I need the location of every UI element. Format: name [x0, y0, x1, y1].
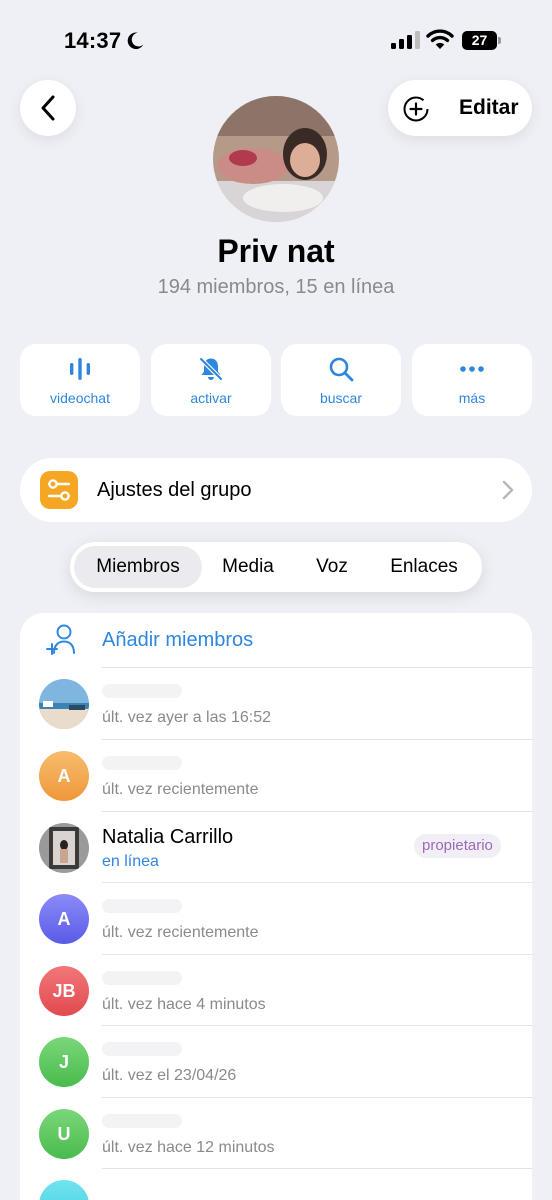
tab-voice[interactable]: Voz [296, 546, 368, 588]
battery-level: 27 [462, 31, 497, 50]
member-avatar: J [39, 1037, 89, 1087]
member-avatar: A [39, 894, 89, 944]
owner-badge: propietario [414, 834, 501, 858]
unmute-button[interactable]: activar [151, 344, 271, 416]
member-status: últ. vez recientemente [102, 781, 259, 798]
member-row[interactable]: JB últ. vez hace 4 minutos [20, 955, 532, 1027]
member-row[interactable] [20, 1169, 532, 1200]
videochat-button[interactable]: videochat [20, 344, 140, 416]
member-name [102, 684, 182, 698]
member-status: últ. vez el 23/04/26 [102, 1067, 237, 1084]
video-chat-icon [70, 358, 90, 380]
group-member-count: 194 miembros, 15 en línea [157, 276, 395, 298]
member-name: Natalia Carrillo [102, 826, 234, 848]
member-row-owner[interactable]: Natalia Carrillo en línea propietario [20, 812, 532, 884]
members-tab-bar: Miembros Media Voz Enlaces [70, 542, 482, 592]
member-list: Añadir miembros últ. vez ayer a las 16:5… [20, 613, 532, 1200]
member-row[interactable]: últ. vez ayer a las 16:52 [20, 668, 532, 740]
member-name [102, 899, 182, 913]
group-settings-label: Ajustes del grupo [97, 479, 252, 501]
member-avatar [39, 823, 89, 873]
videochat-label: videochat [50, 390, 110, 406]
member-status: últ. vez recientemente [102, 924, 259, 941]
member-avatar: JB [39, 966, 89, 1016]
more-icon [460, 366, 484, 372]
wifi-icon [426, 29, 454, 49]
search-button[interactable]: buscar [281, 344, 401, 416]
member-status: últ. vez ayer a las 16:52 [102, 709, 271, 726]
edit-button[interactable]: Editar [388, 80, 532, 136]
more-button[interactable]: más [412, 344, 532, 416]
add-members-label: Añadir miembros [102, 629, 254, 651]
member-avatar [39, 679, 89, 729]
edit-label: Editar [459, 96, 519, 119]
add-user-icon [46, 624, 75, 655]
group-settings-row[interactable]: Ajustes del grupo [20, 458, 532, 522]
unmute-label: activar [190, 390, 232, 406]
group-photo [213, 96, 339, 222]
member-row[interactable]: J últ. vez el 23/04/26 [20, 1026, 532, 1098]
chevron-right-icon [502, 480, 514, 500]
tab-media[interactable]: Media [208, 546, 288, 588]
member-status: últ. vez hace 12 minutos [102, 1139, 275, 1156]
sliders-icon [40, 471, 78, 509]
battery-icon: 27 [462, 31, 502, 50]
chevron-left-icon [41, 95, 55, 121]
member-row[interactable]: A últ. vez recientemente [20, 883, 532, 955]
back-button[interactable] [20, 80, 76, 136]
member-status: últ. vez hace 4 minutos [102, 996, 266, 1013]
cellular-signal-icon [391, 31, 420, 49]
group-avatar[interactable] [213, 96, 339, 222]
bell-slash-icon [198, 356, 224, 382]
status-time: 14:37 [64, 28, 122, 53]
add-circle-icon[interactable] [402, 95, 430, 123]
search-label: buscar [319, 390, 363, 406]
member-name [102, 756, 182, 770]
member-avatar: A [39, 751, 89, 801]
member-avatar: U [39, 1109, 89, 1159]
member-name [102, 1042, 182, 1056]
tab-members[interactable]: Miembros [74, 546, 202, 588]
moon-icon [127, 32, 144, 50]
tab-links[interactable]: Enlaces [374, 546, 474, 588]
member-name [102, 971, 182, 985]
member-status: en línea [102, 853, 159, 870]
search-icon [329, 357, 354, 382]
member-row[interactable]: U últ. vez hace 12 minutos [20, 1098, 532, 1170]
member-row[interactable]: A últ. vez recientemente [20, 740, 532, 812]
member-avatar [39, 1180, 89, 1200]
more-label: más [458, 390, 486, 406]
group-name: Priv nat [217, 233, 335, 269]
status-bar: 14:37 27 [0, 0, 552, 80]
add-members-row[interactable]: Añadir miembros [20, 613, 532, 668]
member-name [102, 1114, 182, 1128]
